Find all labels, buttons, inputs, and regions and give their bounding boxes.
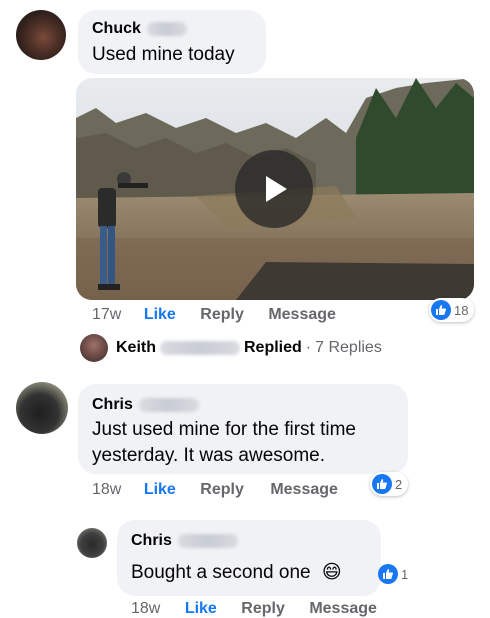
author-name[interactable]: Chris — [92, 396, 133, 413]
grinning-face-icon: 😄 — [321, 562, 342, 583]
replies-count[interactable]: 7 Replies — [315, 339, 382, 357]
video-attachment[interactable] — [76, 78, 474, 300]
reply-author[interactable]: Keith — [116, 339, 156, 357]
blurred-surname — [160, 341, 240, 355]
message-button[interactable]: Message — [270, 481, 338, 499]
thumbs-up-icon — [431, 300, 451, 320]
comment-text: Bought a second one 😄 — [131, 560, 342, 586]
comment-author[interactable]: Chris — [131, 532, 238, 550]
blurred-surname — [138, 397, 199, 412]
avatar — [80, 334, 108, 362]
avatar[interactable] — [16, 382, 68, 434]
like-button[interactable]: Like — [144, 481, 176, 499]
comment-actions: 18w Like Reply Message — [92, 481, 338, 499]
comment-actions: 18w Like Reply Message — [131, 600, 377, 618]
comment-text: Just used mine for the first time yester… — [92, 417, 356, 469]
like-button[interactable]: Like — [144, 306, 176, 324]
reply-button[interactable]: Reply — [200, 481, 244, 499]
reaction-number: 18 — [454, 302, 469, 318]
comment-text: Used mine today — [92, 44, 235, 65]
message-button[interactable]: Message — [309, 600, 377, 618]
reaction-count[interactable]: 2 — [370, 472, 409, 496]
replies-summary[interactable]: Keith Replied · 7 Replies — [80, 334, 382, 362]
thumbs-up-icon — [372, 474, 392, 494]
play-icon — [266, 176, 287, 202]
comment-timestamp[interactable]: 17w — [92, 306, 121, 324]
author-name[interactable]: Chris — [131, 532, 172, 549]
reaction-number: 2 — [395, 476, 403, 492]
reply-button[interactable]: Reply — [200, 306, 244, 324]
comment-actions: 17w Like Reply Message — [92, 306, 336, 324]
thumbs-up-icon — [378, 564, 398, 584]
message-button[interactable]: Message — [268, 306, 336, 324]
comment-timestamp[interactable]: 18w — [92, 481, 121, 499]
replied-label: Replied — [244, 339, 302, 356]
comment-text-line: yesterday. It was awesome. — [92, 445, 326, 466]
avatar[interactable] — [16, 10, 66, 60]
reply-button[interactable]: Reply — [241, 600, 285, 618]
avatar[interactable] — [77, 528, 107, 558]
blurred-surname — [177, 533, 238, 548]
blurred-surname — [146, 21, 187, 36]
comment-text-body: Bought a second one — [131, 562, 311, 583]
comment-text-line: Just used mine for the first time — [92, 419, 356, 440]
comment-author[interactable]: Chris — [92, 396, 199, 414]
separator: · — [305, 339, 312, 356]
comment-author[interactable]: Chuck — [92, 20, 187, 38]
reaction-count[interactable]: 18 — [429, 298, 475, 322]
play-button[interactable] — [235, 150, 313, 228]
reaction-count[interactable]: 1 — [376, 562, 414, 586]
reaction-number: 1 — [401, 566, 409, 582]
comment-timestamp[interactable]: 18w — [131, 600, 160, 618]
author-name[interactable]: Chuck — [92, 20, 141, 37]
like-button[interactable]: Like — [185, 600, 217, 618]
